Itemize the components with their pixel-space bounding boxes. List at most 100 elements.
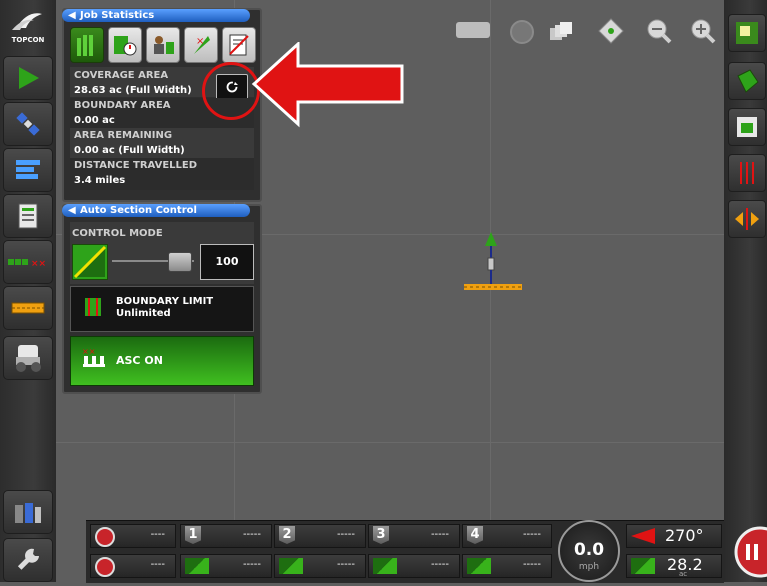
svg-text:××: ×× <box>31 259 46 268</box>
tab-time[interactable] <box>108 27 142 63</box>
section-control-button[interactable]: ×× <box>3 240 53 284</box>
section-4-value: ----- <box>522 529 541 540</box>
section-2-value: ----- <box>336 529 355 540</box>
sections-icon: ×× <box>8 259 46 268</box>
vehicle-button[interactable] <box>3 336 53 380</box>
section-3-value: ----- <box>430 529 449 540</box>
area-unit: ac <box>679 570 688 578</box>
pan-view-icon[interactable] <box>598 18 624 44</box>
field-mark-button[interactable] <box>728 108 766 146</box>
job-button[interactable] <box>3 194 53 238</box>
back-arrow-icon[interactable]: ◀ <box>68 9 76 22</box>
report-icon <box>229 34 249 56</box>
zoom-in-icon[interactable] <box>690 18 716 44</box>
section-2-rate-cell[interactable]: ----- <box>274 554 366 578</box>
job-statistics-title: Job Statistics <box>80 10 155 21</box>
control-mode-value[interactable]: 100 <box>200 244 254 280</box>
gps-2-icon <box>95 557 115 577</box>
section-3-rate-cell[interactable]: ----- <box>368 554 460 578</box>
settings-button[interactable] <box>3 538 53 582</box>
section-4-cell[interactable]: 4 ----- <box>462 524 552 548</box>
satellite-icon <box>16 112 40 136</box>
tractor-icon <box>16 345 41 372</box>
play-arrow-icon <box>19 67 39 89</box>
tab-coverage[interactable] <box>70 27 104 63</box>
nudge-arrows-icon <box>735 208 759 230</box>
data-button[interactable] <box>3 490 53 534</box>
control-mode-icon <box>73 245 107 279</box>
map-grid-line <box>56 442 724 443</box>
boundary-area-value: 0.00 ac <box>74 115 115 126</box>
section-1-value: ----- <box>242 529 261 540</box>
nudge-button[interactable] <box>728 200 766 238</box>
dashboard-button[interactable] <box>3 148 53 192</box>
section-2-cell[interactable]: 2 ----- <box>274 524 366 548</box>
vehicle-marker-icon <box>462 228 524 298</box>
boundary-area-label: BOUNDARY AREA <box>74 100 171 111</box>
left-toolbar: TOPCON ×× <box>0 0 56 582</box>
heading-cell[interactable]: 270° <box>626 524 722 548</box>
asc-title-bar[interactable]: ◀ Auto Section Control <box>62 204 250 217</box>
section-4-number: 4 <box>467 526 483 544</box>
guidance-lines-button[interactable] <box>728 154 766 192</box>
section-1-rate-cell[interactable]: ----- <box>180 554 272 578</box>
section-active-icon <box>185 558 209 574</box>
boundary-limit-value: Unlimited <box>116 308 171 319</box>
section-1-cell[interactable]: 1 ----- <box>180 524 272 548</box>
field-mark-icon <box>737 117 757 137</box>
area-remaining-label: AREA REMAINING <box>74 130 173 141</box>
bins-icon <box>15 503 41 523</box>
gps-1-icon <box>95 527 115 547</box>
section-active-icon <box>373 558 397 574</box>
implement-button[interactable] <box>3 286 53 330</box>
area-remaining-value: 0.00 ac (Full Width) <box>74 145 185 156</box>
job-statistics-title-bar[interactable]: ◀ Job Statistics <box>62 9 250 22</box>
field-icon <box>737 69 759 93</box>
speed-value: 0.0 <box>573 540 605 560</box>
bars-icon <box>16 160 40 179</box>
layers-icon[interactable] <box>548 20 574 42</box>
guidance-button[interactable] <box>3 56 53 100</box>
tab-operators[interactable] <box>146 27 180 63</box>
heading-value: 270° <box>665 526 704 545</box>
coverage-icon <box>77 35 93 56</box>
gps-target-icon[interactable] <box>510 20 534 44</box>
master-switch-icon <box>734 526 767 578</box>
topcon-logo-text: TOPCON <box>11 36 45 44</box>
coverage-area-label: COVERAGE AREA <box>74 70 169 81</box>
wrench-icon <box>17 548 39 570</box>
heading-arrow-icon <box>631 528 655 544</box>
gps-1-value: ---- <box>150 529 165 540</box>
gps-status-cell[interactable]: ---- <box>90 524 176 548</box>
field-boundary-button[interactable] <box>728 62 766 100</box>
asc-title: Auto Section Control <box>80 205 197 216</box>
map-icon <box>736 22 758 44</box>
section-active-icon <box>279 558 303 574</box>
distance-label: DISTANCE TRAVELLED <box>74 160 198 171</box>
master-switch-button[interactable] <box>724 522 767 582</box>
lines-icon <box>740 162 754 184</box>
section-1-rate: ----- <box>242 559 261 570</box>
operator-icon <box>154 36 174 54</box>
back-arrow-icon[interactable]: ◀ <box>68 204 76 217</box>
section-4-rate-cell[interactable]: ----- <box>462 554 552 578</box>
section-3-number: 3 <box>373 526 389 544</box>
control-mode-button[interactable] <box>72 244 108 280</box>
gps-button[interactable] <box>3 102 53 146</box>
zoom-out-icon[interactable] <box>646 18 672 44</box>
coverage-area-value: 28.63 ac (Full Width) <box>74 85 192 96</box>
time-icon <box>114 36 137 56</box>
control-mode-slider-handle[interactable] <box>168 252 192 272</box>
gps-status-cell-2[interactable]: ---- <box>90 554 176 578</box>
red-arrow-annotation <box>250 40 410 128</box>
section-active-icon <box>467 558 491 574</box>
guidance-bar-icon[interactable] <box>456 22 490 38</box>
distance-value: 3.4 miles <box>74 175 126 186</box>
topcon-logo: TOPCON <box>8 10 48 44</box>
area-cell[interactable]: 28.2 ac <box>626 554 722 578</box>
boundary-limit-icon <box>84 296 102 318</box>
gps-2-value: ---- <box>150 559 165 570</box>
map-view-button[interactable] <box>728 14 766 52</box>
section-3-cell[interactable]: 3 ----- <box>368 524 460 548</box>
tab-guidance-stats[interactable]: × <box>184 27 218 63</box>
